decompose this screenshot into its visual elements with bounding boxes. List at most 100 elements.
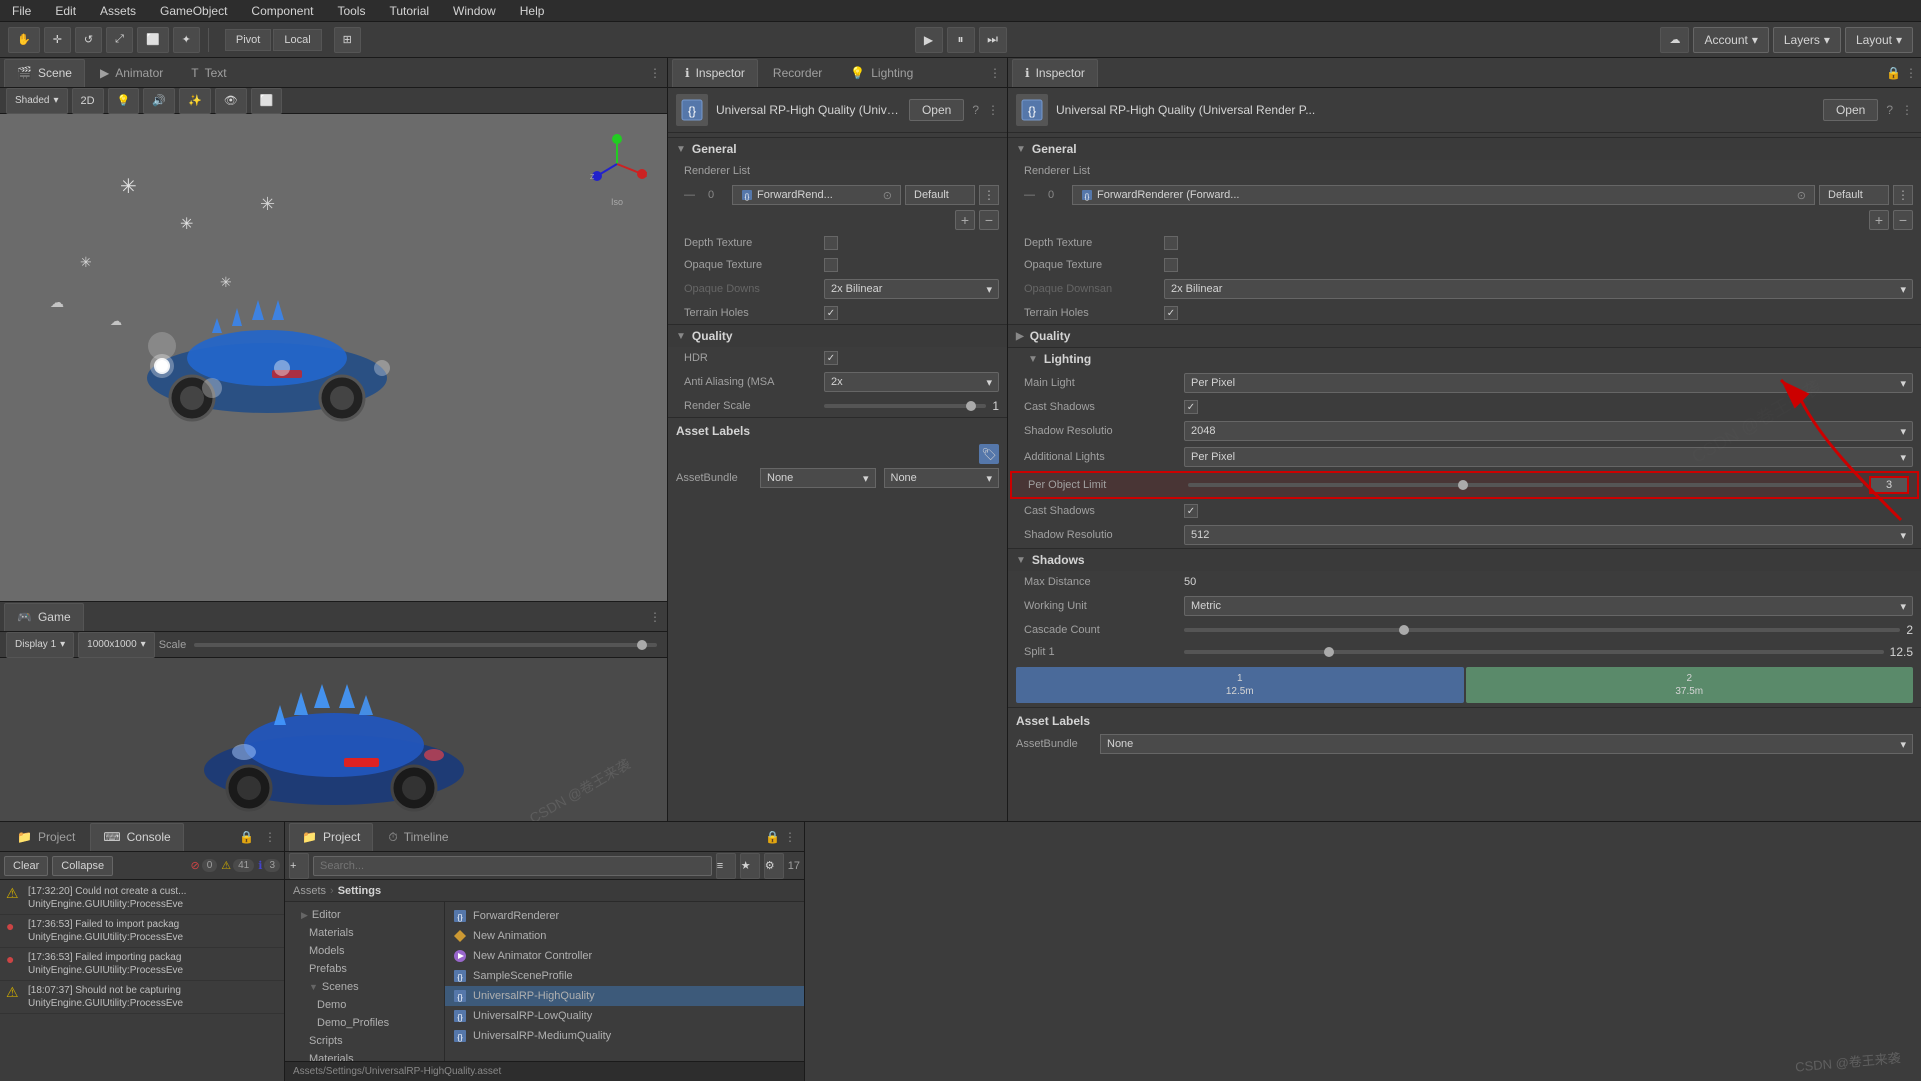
project-add-btn[interactable]: + <box>289 853 309 879</box>
tab-text[interactable]: T Text <box>178 59 239 87</box>
game-tab-more[interactable]: ⋮ <box>647 609 663 625</box>
tab-project[interactable]: 📁 Project <box>289 823 373 851</box>
question-icon-right[interactable]: ? <box>1886 103 1893 117</box>
bundle-none2-dropdown-left[interactable]: None ▾ <box>884 468 1000 488</box>
tree-demo-profiles[interactable]: Demo_Profiles <box>285 1014 444 1032</box>
lighting-toggle[interactable]: 💡 <box>108 88 140 114</box>
tab-lighting[interactable]: 💡 Lighting <box>837 59 926 87</box>
general-section-left[interactable]: ▼ General <box>668 137 1007 160</box>
tree-scripts[interactable]: Scripts <box>285 1032 444 1050</box>
collab-btn[interactable]: ☁ <box>1660 27 1689 53</box>
project-filter-btn[interactable]: ≡ <box>716 853 736 879</box>
tab-recorder[interactable]: Recorder <box>760 59 835 87</box>
opaque-down-dropdown-right[interactable]: 2x Bilinear ▾ <box>1164 279 1913 299</box>
depth-texture-checkbox-right[interactable] <box>1164 236 1178 250</box>
tree-prefabs[interactable]: Prefabs <box>285 960 444 978</box>
menu-tutorial[interactable]: Tutorial <box>385 4 433 18</box>
game-view[interactable]: CSDN @卷王来袭 <box>0 658 667 821</box>
menu-window[interactable]: Window <box>449 4 500 18</box>
play-btn[interactable]: ▶ <box>915 27 943 53</box>
question-icon-left[interactable]: ? <box>972 103 979 117</box>
inspector-left-more[interactable]: ⋮ <box>987 65 1003 81</box>
project-lock-icon[interactable]: 🔒 <box>765 830 780 844</box>
account-btn[interactable]: Account ▾ <box>1693 27 1768 53</box>
tree-scenes[interactable]: ▼ Scenes <box>285 978 444 996</box>
tab-inspector-left[interactable]: ℹ Inspector <box>672 59 758 87</box>
tab-project-console[interactable]: 📁 Project <box>4 823 88 851</box>
project-settings-btn[interactable]: ⚙ <box>764 853 784 879</box>
file-sample-scene[interactable]: {} SampleSceneProfile <box>445 966 804 986</box>
quality-section-left[interactable]: ▼ Quality <box>668 324 1007 347</box>
tab-animator[interactable]: ▶ Animator <box>87 59 176 87</box>
open-btn-right[interactable]: Open <box>1823 99 1878 121</box>
project-star-btn[interactable]: ★ <box>740 853 760 879</box>
rect-tool-btn[interactable]: ⬜ <box>137 27 169 53</box>
tree-models[interactable]: Models <box>285 942 444 960</box>
file-new-animation[interactable]: New Animation <box>445 926 804 946</box>
multi-tool-btn[interactable]: ✦ <box>173 27 200 53</box>
cast-shadows2-checkbox[interactable]: ✓ <box>1184 504 1198 518</box>
general-section-right[interactable]: ▼ General <box>1008 137 1921 160</box>
effects-toggle[interactable]: ✨ <box>179 88 211 114</box>
local-btn[interactable]: Local <box>273 29 321 51</box>
tab-game[interactable]: 🎮 Game <box>4 603 84 631</box>
renderer-menu-right[interactable]: ⋮ <box>1893 185 1913 205</box>
tab-console[interactable]: ⌨ Console <box>90 823 183 851</box>
grid-btn[interactable]: ⊞ <box>334 27 361 53</box>
display-dropdown[interactable]: Display 1 ▾ <box>6 632 74 658</box>
shadows-section[interactable]: ▼ Shadows <box>1008 548 1921 571</box>
tab-inspector-right[interactable]: ℹ Inspector <box>1012 59 1098 87</box>
rotate-tool-btn[interactable]: ↺ <box>75 27 102 53</box>
opaque-texture-checkbox-right[interactable] <box>1164 258 1178 272</box>
cascade-count-slider[interactable] <box>1184 628 1900 632</box>
tab-more-btn[interactable]: ⋮ <box>647 65 663 81</box>
menu-help[interactable]: Help <box>516 4 549 18</box>
menu-assets[interactable]: Assets <box>96 4 140 18</box>
opaque-down-dropdown-left[interactable]: 2x Bilinear ▾ <box>824 279 999 299</box>
asset-tag-icon[interactable]: 🏷 <box>979 444 999 464</box>
more-icon-right2[interactable]: ⋮ <box>1901 103 1913 117</box>
tree-materials2[interactable]: Materials <box>285 1050 444 1061</box>
breadcrumb-settings[interactable]: Settings <box>338 885 381 897</box>
open-btn-left[interactable]: Open <box>909 99 964 121</box>
renderer-chip-right[interactable]: {} ForwardRenderer (Forward... ⊙ <box>1072 185 1815 205</box>
main-light-dropdown[interactable]: Per Pixel ▾ <box>1184 373 1913 393</box>
menu-gameobject[interactable]: GameObject <box>156 4 231 18</box>
tree-editor[interactable]: ▶ Editor <box>285 906 444 924</box>
per-object-input[interactable] <box>1869 476 1909 494</box>
anti-aliasing-dropdown-left[interactable]: 2x ▾ <box>824 372 999 392</box>
cast-shadows-checkbox-right[interactable]: ✓ <box>1184 400 1198 414</box>
project-search-input[interactable] <box>313 856 712 876</box>
tab-scene[interactable]: 🎬 Scene <box>4 59 85 87</box>
renderer-chip-left[interactable]: {} ForwardRend... ⊙ <box>732 185 901 205</box>
layers-btn[interactable]: Layers ▾ <box>1773 27 1841 53</box>
pause-btn[interactable]: ⏸ <box>947 27 975 53</box>
lock-icon-right[interactable]: 🔒 <box>1886 66 1901 80</box>
hand-tool-btn[interactable]: ✋ <box>8 27 40 53</box>
remove-renderer-btn[interactable]: − <box>979 210 999 230</box>
menu-component[interactable]: Component <box>247 4 317 18</box>
add-renderer-btn[interactable]: + <box>955 210 975 230</box>
pivot-btn[interactable]: Pivot <box>225 29 271 51</box>
2d-btn[interactable]: 2D <box>72 88 104 114</box>
breadcrumb-assets[interactable]: Assets <box>293 885 326 897</box>
per-object-slider[interactable] <box>1188 483 1863 487</box>
file-new-animator[interactable]: New Animator Controller <box>445 946 804 966</box>
console-more-icon[interactable]: ⋮ <box>260 830 280 844</box>
tree-materials[interactable]: Materials <box>285 924 444 942</box>
opaque-texture-checkbox-left[interactable] <box>824 258 838 272</box>
file-urp-low[interactable]: {} UniversalRP-LowQuality <box>445 1006 804 1026</box>
console-entry-2[interactable]: ● [17:36:53] Failed importing packag Uni… <box>0 948 284 981</box>
gizmos-btn[interactable]: ⬜ <box>251 88 283 114</box>
more-icon-right[interactable]: ⋮ <box>1905 66 1917 80</box>
shadow-res2-dropdown[interactable]: 512 ▾ <box>1184 525 1913 545</box>
audio-toggle[interactable]: 🔊 <box>143 88 175 114</box>
resolution-dropdown[interactable]: 1000x1000 ▾ <box>78 632 155 658</box>
lighting-section-right[interactable]: ▼ Lighting <box>1008 347 1921 370</box>
hidden-toggle[interactable]: 👁 <box>215 88 247 114</box>
terrain-holes-checkbox-left[interactable]: ✓ <box>824 306 838 320</box>
menu-tools[interactable]: Tools <box>333 4 369 18</box>
split1-slider[interactable] <box>1184 650 1884 654</box>
more-icon-left[interactable]: ⋮ <box>987 103 999 117</box>
clear-btn[interactable]: Clear <box>4 856 48 876</box>
